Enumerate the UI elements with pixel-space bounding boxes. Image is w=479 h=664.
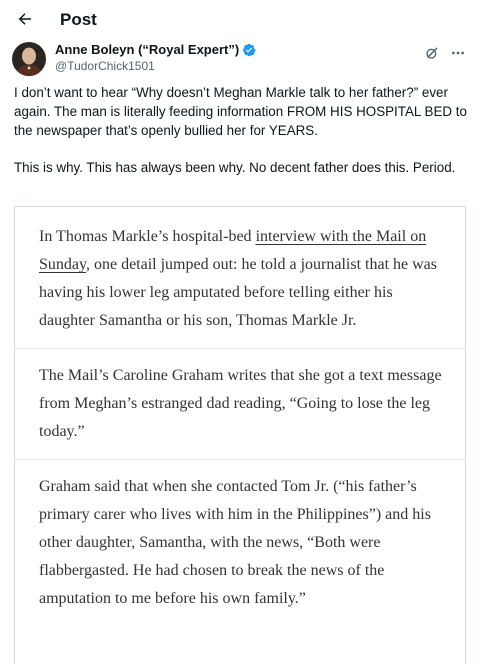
post-text: I don’t want to hear “Why doesn’t Meghan…	[14, 84, 472, 178]
verified-badge-icon	[243, 43, 256, 57]
post-text-paragraph: I don’t want to hear “Why doesn’t Meghan…	[14, 85, 467, 138]
article-paragraph-2: The Mail’s Caroline Graham writes that s…	[39, 367, 442, 440]
article-paragraph-3: Graham said that when she contacted Tom …	[39, 478, 431, 607]
more-button[interactable]	[449, 44, 467, 62]
article-divider	[15, 459, 465, 460]
author-display-name[interactable]: Anne Boleyn (“Royal Expert”)	[55, 42, 239, 58]
article-divider	[15, 348, 465, 349]
post-author-row: Anne Boleyn (“Royal Expert”) @TudorChick…	[12, 42, 467, 78]
article-paragraph-1: In Thomas Markle’s hospital-bed intervie…	[39, 223, 449, 335]
post-text-paragraph: This is why. This has always been why. N…	[14, 160, 456, 176]
article-screenshot: In Thomas Markle’s hospital-bed intervie…	[15, 223, 465, 613]
page-title: Post	[60, 10, 97, 29]
grok-icon	[426, 47, 438, 59]
article-text: In Thomas Markle’s hospital-bed	[39, 228, 256, 245]
attached-image[interactable]: In Thomas Markle’s hospital-bed intervie…	[14, 206, 466, 664]
name-line: Anne Boleyn (“Royal Expert”)	[55, 42, 256, 58]
arrow-left-icon	[18, 13, 31, 25]
more-icon	[452, 51, 464, 55]
avatar-image	[12, 42, 46, 76]
back-button[interactable]	[12, 6, 38, 32]
article-text: , one detail jumped out: he told a journ…	[39, 256, 437, 329]
author-handle[interactable]: @TudorChick1501	[55, 59, 155, 74]
grok-button[interactable]	[423, 44, 441, 62]
avatar[interactable]	[12, 42, 46, 76]
top-bar: Post	[0, 0, 479, 38]
